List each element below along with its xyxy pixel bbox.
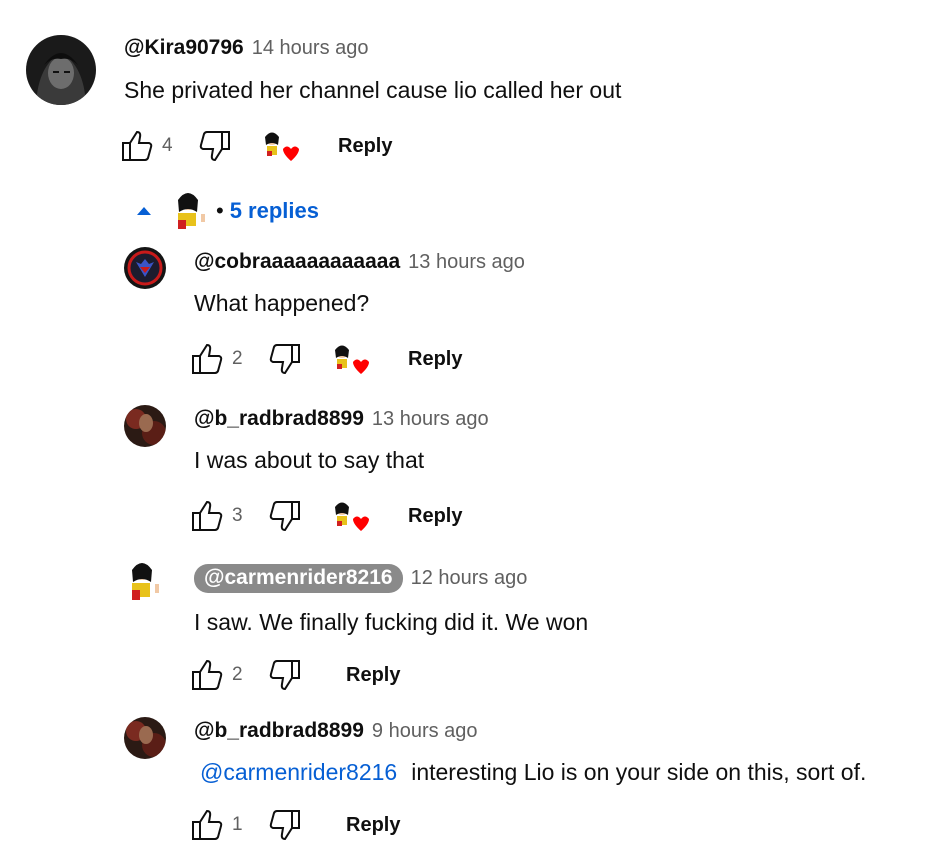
comment-timestamp[interactable]: 13 hours ago bbox=[408, 251, 525, 274]
comment-actions: 1 Reply bbox=[190, 805, 400, 845]
comment-author[interactable]: @Kira90796 bbox=[124, 36, 244, 60]
reply-button[interactable]: Reply bbox=[346, 814, 400, 837]
thumbs-down-icon[interactable] bbox=[198, 129, 232, 163]
avatar[interactable] bbox=[124, 247, 166, 289]
reply-button[interactable]: Reply bbox=[338, 135, 392, 158]
thumbs-up-icon[interactable] bbox=[190, 499, 224, 533]
comment-timestamp[interactable]: 13 hours ago bbox=[372, 408, 489, 431]
comment-text: What happened? bbox=[194, 290, 370, 316]
creator-heart-icon bbox=[260, 129, 300, 163]
mention-link[interactable]: @carmenrider8216 bbox=[200, 759, 397, 785]
thumbs-up-icon[interactable] bbox=[190, 808, 224, 842]
avatar[interactable] bbox=[124, 558, 168, 606]
thumbs-down-icon[interactable] bbox=[268, 658, 302, 692]
replies-toggle[interactable]: • 5 replies bbox=[134, 186, 319, 236]
reply-button[interactable]: Reply bbox=[346, 664, 400, 687]
creator-avatar bbox=[172, 188, 212, 234]
comment-text: She privated her channel cause lio calle… bbox=[124, 77, 622, 103]
replies-count-label[interactable]: 5 replies bbox=[230, 198, 319, 224]
creator-author-chip[interactable]: @carmenrider8216 bbox=[194, 564, 403, 593]
thumbs-up-icon[interactable] bbox=[120, 129, 154, 163]
creator-heart-icon bbox=[330, 342, 370, 376]
comment-author[interactable]: @cobraaaaaaaaaaaa bbox=[194, 250, 400, 274]
caret-up-icon bbox=[137, 207, 151, 215]
reply-button[interactable]: Reply bbox=[408, 505, 462, 528]
like-count: 2 bbox=[232, 664, 243, 685]
reply-button[interactable]: Reply bbox=[408, 348, 462, 371]
thumbs-down-icon[interactable] bbox=[268, 342, 302, 376]
comment-text: I saw. We finally fucking did it. We won bbox=[194, 609, 589, 635]
comment-text: I was about to say that bbox=[194, 447, 425, 473]
comment-text-body: interesting Lio is on your side on this,… bbox=[411, 759, 867, 785]
thumbs-up-icon[interactable] bbox=[190, 342, 224, 376]
separator-dot: • bbox=[216, 198, 224, 223]
comment-actions: 2 Reply bbox=[190, 655, 400, 695]
like-count: 4 bbox=[162, 135, 173, 156]
comment-actions: 3 Reply bbox=[190, 496, 462, 536]
comment-author[interactable]: @b_radbrad8899 bbox=[194, 407, 364, 431]
creator-heart-icon bbox=[330, 499, 370, 533]
comment-actions: 2 Reply bbox=[190, 339, 462, 379]
comment-text: @carmenrider8216 interesting Lio is on yo… bbox=[200, 759, 866, 786]
thumbs-down-icon[interactable] bbox=[268, 808, 302, 842]
like-count: 2 bbox=[232, 348, 243, 369]
comment-actions: 4 Reply bbox=[120, 126, 392, 166]
comment-timestamp[interactable]: 14 hours ago bbox=[252, 37, 369, 60]
thumbs-up-icon[interactable] bbox=[190, 658, 224, 692]
comment-timestamp[interactable]: 9 hours ago bbox=[372, 720, 478, 743]
comment-author[interactable]: @b_radbrad8899 bbox=[194, 719, 364, 743]
avatar[interactable] bbox=[124, 405, 166, 447]
like-count: 3 bbox=[232, 505, 243, 526]
avatar[interactable] bbox=[124, 717, 166, 759]
thumbs-down-icon[interactable] bbox=[268, 499, 302, 533]
comment-timestamp[interactable]: 12 hours ago bbox=[411, 567, 528, 590]
avatar[interactable] bbox=[26, 35, 96, 105]
like-count: 1 bbox=[232, 814, 243, 835]
